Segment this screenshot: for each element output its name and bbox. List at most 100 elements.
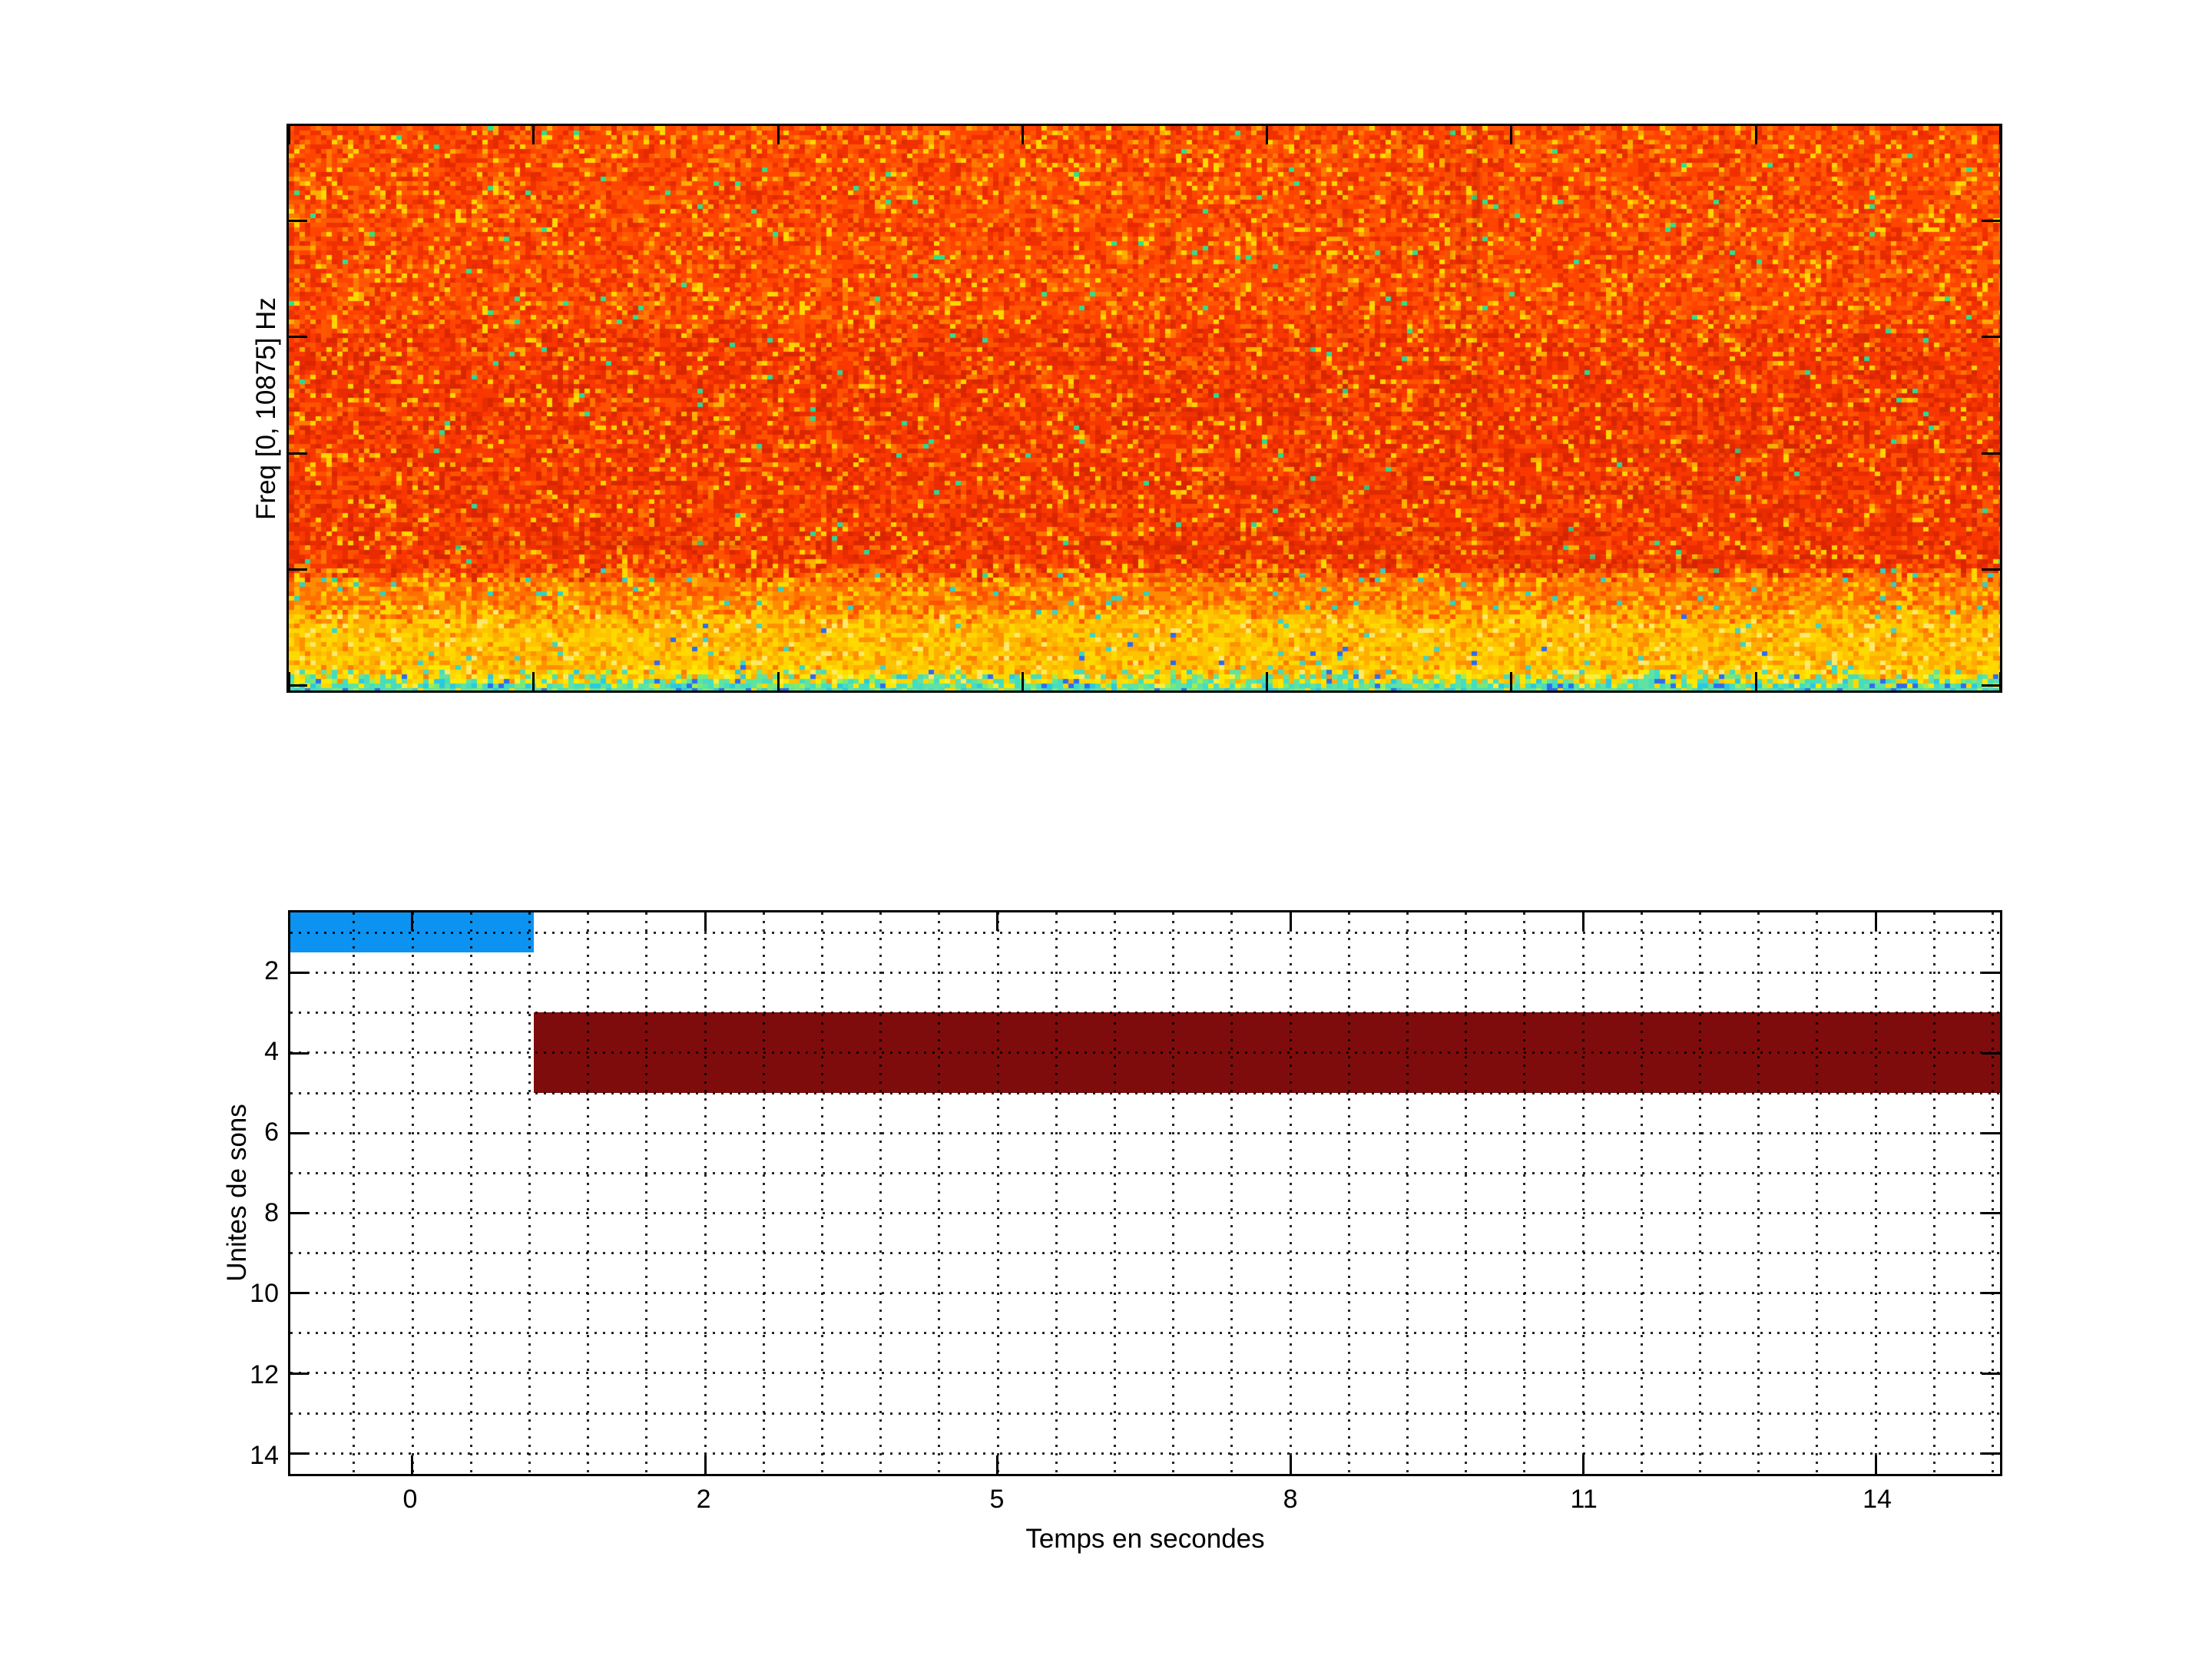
vertical-gridline [412, 912, 414, 1474]
y-major-tick [1982, 1052, 2000, 1055]
y-major-tick [1982, 1132, 2000, 1134]
spectrogram-y-tick [289, 452, 307, 455]
figure-canvas: { "figure": { "background": "#ffffff" },… [0, 0, 2212, 1659]
horizontal-gridline [290, 1372, 2000, 1374]
y-major-tick [1982, 1373, 2000, 1375]
vertical-gridline [1348, 912, 1350, 1474]
y-major-tick [1982, 1212, 2000, 1214]
y-major-tick [290, 1212, 309, 1214]
vertical-gridline [821, 912, 823, 1474]
horizontal-gridline [290, 1332, 2000, 1334]
horizontal-gridline [290, 1012, 2000, 1014]
spectrogram-x-tick [777, 672, 780, 690]
x-tick-label-11: 11 [1530, 1485, 1637, 1515]
vertical-gridline [1933, 912, 1936, 1474]
x-major-tick [996, 1455, 998, 1474]
y-major-tick [290, 1373, 309, 1375]
vertical-gridline [528, 912, 531, 1474]
horizontal-gridline [290, 1051, 2000, 1054]
x-major-tick [1875, 1455, 1877, 1474]
spectrogram-x-tick [1510, 672, 1512, 690]
horizontal-gridline [290, 932, 2000, 934]
x-tick-label-2: 2 [650, 1485, 757, 1515]
spectrogram-x-tick [288, 126, 290, 144]
x-major-tick [1290, 912, 1292, 931]
y-major-tick [1982, 1452, 2000, 1455]
vertical-gridline [997, 912, 999, 1474]
spectrogram-x-tick [1266, 672, 1268, 690]
y-major-tick [290, 1132, 309, 1134]
y-major-tick [290, 1052, 309, 1055]
spectrogram-y-tick [1982, 452, 2000, 455]
vertical-gridline [1290, 912, 1292, 1474]
x-major-tick [996, 912, 998, 931]
y-tick-label-8: 8 [164, 1197, 279, 1228]
vertical-gridline [1172, 912, 1174, 1474]
vertical-gridline [1875, 912, 1877, 1474]
vertical-gridline [1523, 912, 1525, 1474]
spectrogram-y-tick [1982, 336, 2000, 338]
vertical-gridline [1230, 912, 1233, 1474]
vertical-gridline [587, 912, 589, 1474]
time-x-axis-label: Temps en secondes [838, 1524, 1452, 1555]
sound-units-plot-area [290, 912, 2000, 1474]
vertical-gridline [1641, 912, 1643, 1474]
horizontal-gridline [290, 1292, 2000, 1294]
horizontal-gridline [290, 1212, 2000, 1214]
spectrogram-image [289, 126, 2000, 690]
spectrogram-x-tick [1510, 126, 1512, 144]
spectrogram-y-tick [289, 568, 307, 571]
x-major-tick [1582, 1455, 1584, 1474]
horizontal-gridline [290, 972, 2000, 974]
spectrogram-y-tick [1982, 684, 2000, 687]
vertical-gridline [1757, 912, 1760, 1474]
vertical-gridline [1992, 912, 1994, 1474]
vertical-gridline [704, 912, 707, 1474]
vertical-gridline [1699, 912, 1701, 1474]
spectrogram-y-tick [289, 684, 307, 687]
horizontal-gridline [290, 1412, 2000, 1415]
vertical-gridline [1406, 912, 1409, 1474]
x-major-tick [704, 912, 707, 931]
spectrogram-y-tick [1982, 220, 2000, 222]
spectrogram-x-tick [288, 672, 290, 690]
spectrogram-x-tick [532, 672, 535, 690]
y-major-tick [290, 1452, 309, 1455]
horizontal-gridline [290, 1092, 2000, 1094]
y-tick-label-2: 2 [164, 955, 279, 986]
spectrogram-y-axis-label: Freq [0, 10875] Hz [250, 217, 283, 601]
spectrogram-x-tick [1755, 672, 1757, 690]
y-tick-label-6: 6 [164, 1117, 279, 1147]
x-tick-label-0: 0 [356, 1485, 464, 1515]
vertical-gridline [1582, 912, 1584, 1474]
y-major-tick [1982, 1292, 2000, 1294]
vertical-gridline [938, 912, 940, 1474]
spectrogram-x-tick [1999, 126, 2002, 144]
x-major-tick [1290, 1455, 1292, 1474]
spectrogram-x-tick [777, 126, 780, 144]
x-tick-label-8: 8 [1237, 1485, 1344, 1515]
y-tick-label-10: 10 [164, 1278, 279, 1309]
spectrogram-x-tick [532, 126, 535, 144]
spectrogram-x-tick [1999, 672, 2002, 690]
x-major-tick [1875, 912, 1877, 931]
vertical-gridline [645, 912, 647, 1474]
vertical-gridline [470, 912, 472, 1474]
x-major-tick [411, 1455, 413, 1474]
y-tick-label-14: 14 [164, 1440, 279, 1471]
sound-units-plot [288, 910, 2002, 1476]
y-major-tick [290, 1292, 309, 1294]
spectrogram-x-tick [1022, 672, 1024, 690]
vertical-gridline [1114, 912, 1116, 1474]
horizontal-gridline [290, 1252, 2000, 1254]
spectrogram-x-tick [1022, 126, 1024, 144]
spectrogram-plot [286, 124, 2002, 693]
horizontal-gridline [290, 1452, 2000, 1455]
vertical-gridline [879, 912, 882, 1474]
vertical-gridline [763, 912, 765, 1474]
vertical-gridline [1465, 912, 1467, 1474]
x-tick-label-5: 5 [943, 1485, 1051, 1515]
y-tick-label-4: 4 [164, 1036, 279, 1067]
spectrogram-x-tick [1266, 126, 1268, 144]
x-major-tick [411, 912, 413, 931]
